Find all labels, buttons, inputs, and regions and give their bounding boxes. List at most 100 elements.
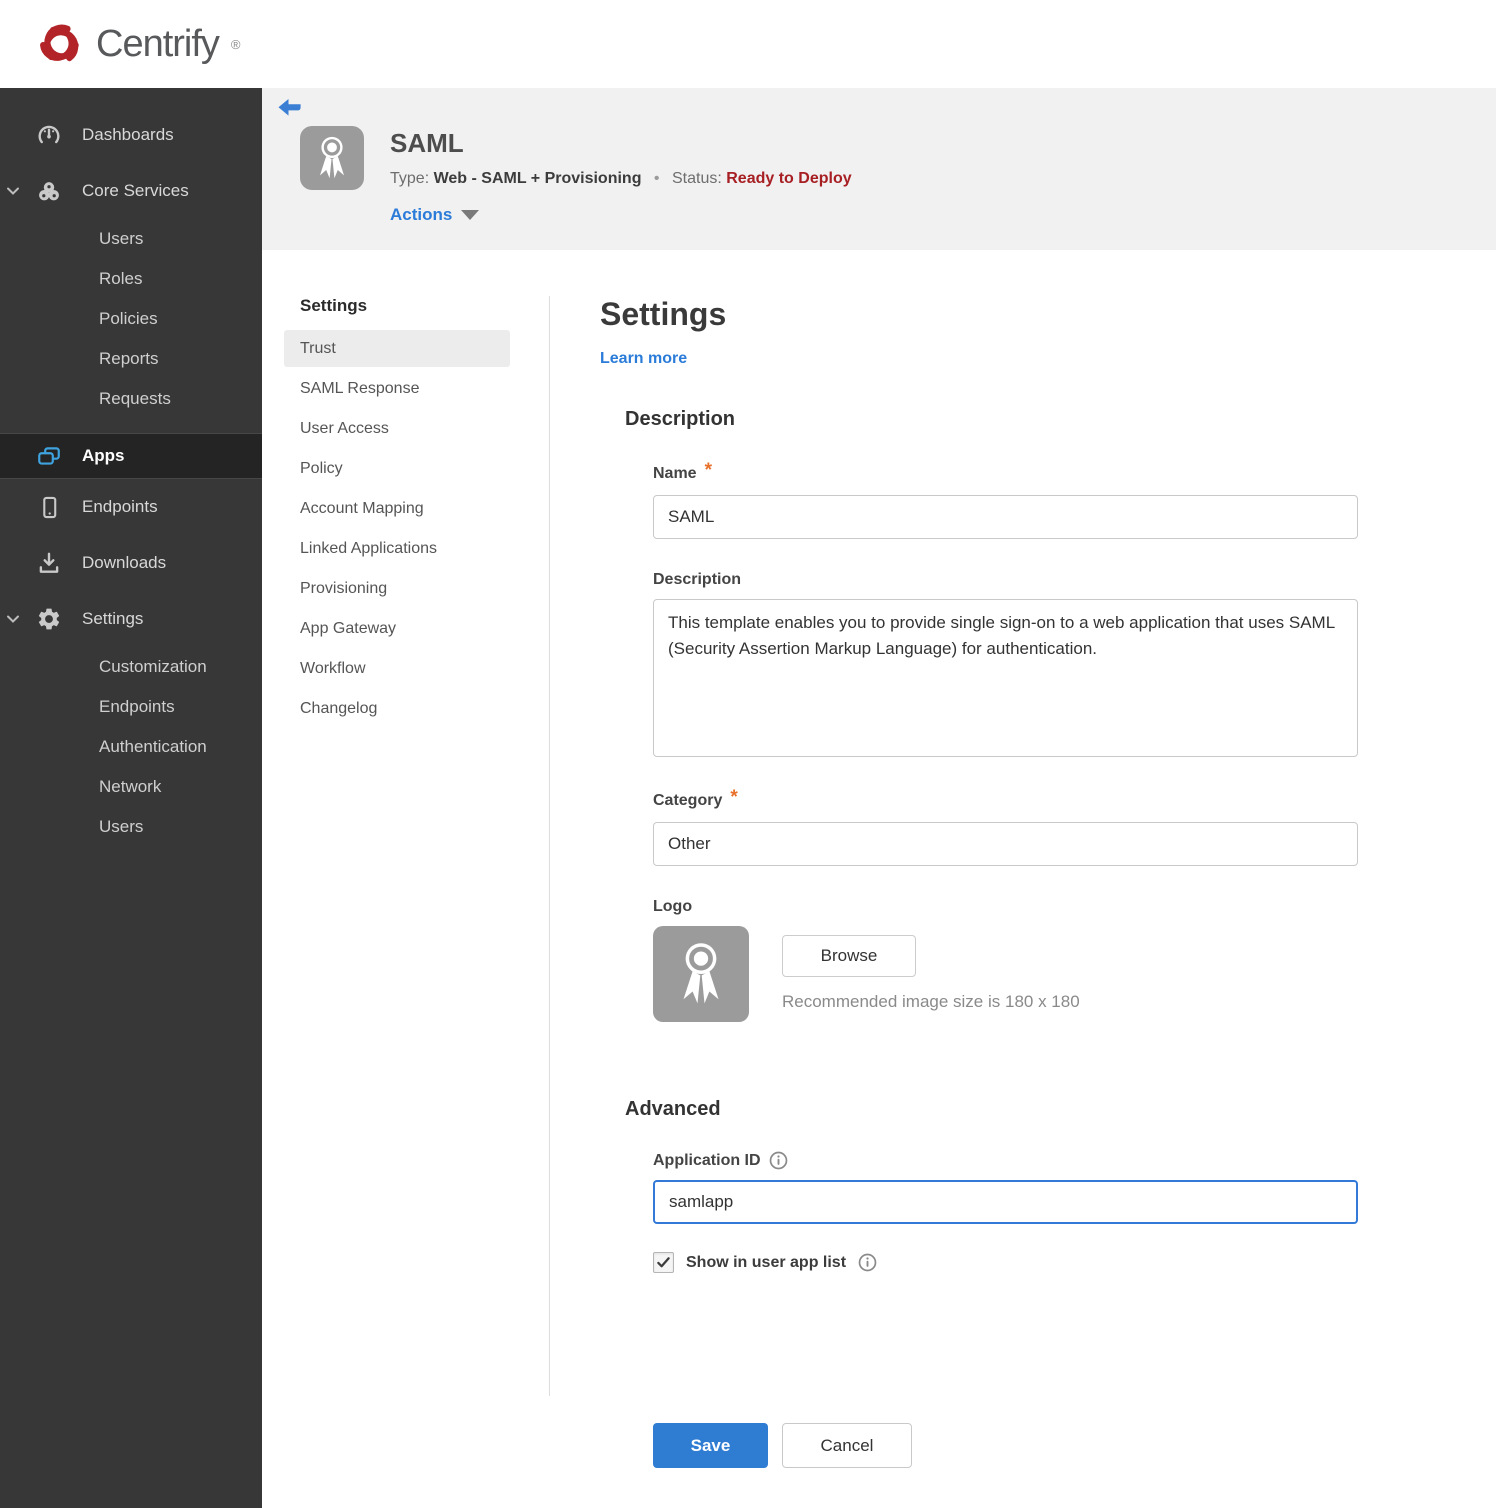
actions-label: Actions <box>390 205 453 224</box>
top-bar: Centrify ® <box>0 0 1496 88</box>
chevron-down-icon <box>5 183 21 199</box>
subnav-item-label: Changelog <box>300 699 378 717</box>
sidebar-item-label: Dashboards <box>82 125 174 144</box>
sidebar-subitem-label: Authentication <box>99 737 207 756</box>
name-field[interactable] <box>653 495 1358 539</box>
description-section-title: Description <box>625 408 736 430</box>
subnav-item-saml-response[interactable]: SAML Response <box>284 370 510 407</box>
subnav-item-account-mapping[interactable]: Account Mapping <box>284 490 510 527</box>
subnav-item-linked-applications[interactable]: Linked Applications <box>284 530 510 567</box>
brand-name: Centrify <box>96 22 220 65</box>
sidebar-subitem-label: Users <box>99 229 144 248</box>
gear-icon <box>36 606 62 632</box>
show-in-user-app-list-label: Show in user app list <box>686 1253 847 1271</box>
download-icon <box>36 550 62 576</box>
subnav-item-label: Account Mapping <box>300 499 424 517</box>
category-label-row: Category * <box>653 787 1358 812</box>
category-label: Category <box>653 792 723 809</box>
learn-more-link[interactable]: Learn more <box>600 350 687 368</box>
sidebar-subitem-label: Policies <box>99 309 158 328</box>
sidebar-item-apps[interactable]: Apps <box>0 433 262 479</box>
sidebar-item-settings-endpoints[interactable]: Endpoints <box>0 687 262 727</box>
required-asterisk: * <box>704 460 712 481</box>
cancel-button[interactable]: Cancel <box>782 1423 912 1468</box>
name-label: Name <box>653 465 697 482</box>
sidebar-subitem-label: Users <box>99 817 144 836</box>
sidebar-item-label: Core Services <box>82 181 189 200</box>
sidebar-item-users[interactable]: Users <box>0 219 262 259</box>
subnav-item-label: Provisioning <box>300 579 388 597</box>
required-asterisk: * <box>730 787 738 808</box>
actions-dropdown[interactable]: Actions <box>390 205 852 225</box>
logo-size-hint: Recommended image size is 180 x 180 <box>782 992 1080 1011</box>
chevron-down-icon <box>5 611 21 627</box>
sidebar-item-settings[interactable]: Settings <box>0 591 262 647</box>
sidebar-item-label: Endpoints <box>82 497 158 516</box>
subnav-item-policy[interactable]: Policy <box>284 450 510 487</box>
sidebar-subitem-label: Reports <box>99 349 159 368</box>
advanced-section-title: Advanced <box>625 1098 721 1120</box>
info-icon[interactable] <box>769 1151 788 1170</box>
mobile-icon <box>36 494 62 520</box>
sidebar-subitem-label: Requests <box>99 389 171 408</box>
sidebar-item-label: Settings <box>82 609 144 628</box>
subnav-item-workflow[interactable]: Workflow <box>284 650 510 687</box>
sidebar-item-policies[interactable]: Policies <box>0 299 262 339</box>
subnav-item-provisioning[interactable]: Provisioning <box>284 570 510 607</box>
save-button[interactable]: Save <box>653 1423 768 1468</box>
logo-preview <box>653 926 749 1022</box>
name-label-row: Name * <box>653 460 1358 485</box>
description-field[interactable]: This template enables you to provide sin… <box>653 599 1358 757</box>
subnav-item-app-gateway[interactable]: App Gateway <box>284 610 510 647</box>
subnav-item-label: Linked Applications <box>300 539 437 557</box>
subnav-item-trust[interactable]: Trust <box>284 330 510 367</box>
subnav-item-label: App Gateway <box>300 619 397 637</box>
sidebar-item-dashboards[interactable]: Dashboards <box>0 107 262 163</box>
sidebar-item-network[interactable]: Network <box>0 767 262 807</box>
subnav-item-label: SAML Response <box>300 379 420 397</box>
show-in-user-app-list-checkbox[interactable] <box>653 1252 674 1273</box>
sidebar-item-requests[interactable]: Requests <box>0 379 262 419</box>
subnav-item-label: Policy <box>300 459 343 477</box>
brand-logo[interactable]: Centrify ® <box>34 18 241 70</box>
sidebar-item-customization[interactable]: Customization <box>0 647 262 687</box>
application-id-label-row: Application ID <box>653 1151 1358 1170</box>
panel-title: Settings <box>600 296 727 332</box>
info-icon[interactable] <box>858 1253 877 1272</box>
sidebar-item-endpoints[interactable]: Endpoints <box>0 479 262 535</box>
sidebar-subitem-label: Network <box>99 777 162 796</box>
type-label: Type: <box>390 170 430 187</box>
back-arrow-icon[interactable] <box>276 97 302 119</box>
registered-mark: ® <box>230 36 241 52</box>
core-services-icon <box>36 178 62 204</box>
sidebar: Dashboards Core Services Users Roles Pol… <box>0 88 262 1508</box>
settings-subnav: Settings Trust SAML Response User Access… <box>262 296 549 1508</box>
subnav-item-label: User Access <box>300 419 389 437</box>
sidebar-item-settings-users[interactable]: Users <box>0 807 262 847</box>
app-header: SAML Type: Web - SAML + Provisioning • S… <box>262 88 1496 250</box>
centrify-swirl-icon <box>34 18 86 70</box>
browse-button[interactable]: Browse <box>782 935 916 977</box>
type-value: Web - SAML + Provisioning <box>433 170 642 187</box>
subnav-item-changelog[interactable]: Changelog <box>284 690 510 727</box>
status-badge: Ready to Deploy <box>726 170 852 187</box>
sidebar-item-downloads[interactable]: Downloads <box>0 535 262 591</box>
sidebar-item-label: Apps <box>82 446 125 465</box>
sidebar-item-core-services[interactable]: Core Services <box>0 163 262 219</box>
logo-label: Logo <box>653 898 693 915</box>
description-label: Description <box>653 571 742 588</box>
category-field[interactable] <box>653 822 1358 866</box>
sidebar-item-authentication[interactable]: Authentication <box>0 727 262 767</box>
gauge-icon <box>36 122 62 148</box>
application-id-field[interactable] <box>653 1180 1358 1224</box>
subnav-item-user-access[interactable]: User Access <box>284 410 510 447</box>
app-logo <box>300 126 364 190</box>
status-label: Status: <box>671 170 722 187</box>
settings-panel: Settings Learn more Description Name * D… <box>550 296 1358 1508</box>
sidebar-item-roles[interactable]: Roles <box>0 259 262 299</box>
sidebar-subitem-label: Customization <box>99 657 207 676</box>
page-title: SAML <box>390 128 464 158</box>
checkmark-icon <box>657 1257 670 1268</box>
meta-separator: • <box>653 170 660 187</box>
sidebar-item-reports[interactable]: Reports <box>0 339 262 379</box>
